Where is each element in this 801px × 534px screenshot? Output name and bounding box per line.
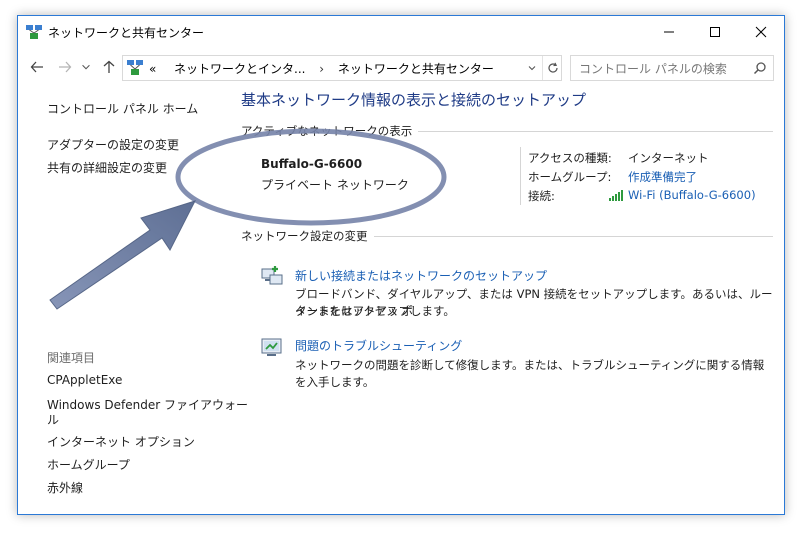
access-type-label: アクセスの種類: <box>528 151 612 165</box>
connection-link-text[interactable]: Wi-Fi (Buffalo-G-6600) <box>628 188 756 202</box>
back-button[interactable] <box>28 58 46 76</box>
network-center-icon <box>127 60 143 75</box>
refresh-button[interactable] <box>542 56 562 80</box>
chevron-down-icon <box>82 64 90 70</box>
connection-label: 接続: <box>528 189 555 203</box>
arrow-up-icon <box>103 60 115 73</box>
troubleshoot-icon <box>261 338 282 356</box>
minimize-button[interactable] <box>646 16 692 48</box>
sidebar-link-cpappletexe[interactable]: CPAppletExe <box>47 373 122 387</box>
setup-new-connection-link[interactable]: 新しい接続またはネットワークのセットアップ <box>295 267 547 284</box>
window-title: ネットワークと共有センター <box>48 26 205 40</box>
breadcrumb-item-network-internet[interactable]: ネットワークとインタ... <box>174 62 305 76</box>
network-sharing-center-window: ネットワークと共有センター « ネットワークとインタ... › ネットワークと共… <box>17 15 785 515</box>
network-type: プライベート ネットワーク <box>261 178 409 192</box>
search-placeholder: コントロール パネルの検索 <box>579 62 727 76</box>
refresh-icon <box>547 62 558 73</box>
address-bar[interactable]: « ネットワークとインタ... › ネットワークと共有センター <box>122 55 562 81</box>
up-button[interactable] <box>100 58 118 76</box>
sidebar-link-internet-options[interactable]: インターネット オプション <box>47 433 195 450</box>
homegroup-link[interactable]: 作成準備完了 <box>628 169 697 185</box>
main-content: 基本ネットワーク情報の表示と接続のセットアップ アクティブなネットワークの表示 … <box>241 84 775 504</box>
wifi-signal-icon <box>609 190 623 201</box>
arrow-left-icon <box>30 61 43 73</box>
close-icon <box>755 26 767 38</box>
troubleshoot-link[interactable]: 問題のトラブルシューティング <box>295 337 462 354</box>
chevron-down-icon <box>528 66 536 71</box>
breadcrumb-separator-icon[interactable]: › <box>319 62 324 76</box>
breadcrumb: « ネットワークとインタ... › ネットワークと共有センター <box>149 60 494 77</box>
recent-locations-button[interactable] <box>80 58 92 76</box>
arrow-right-icon <box>59 61 72 73</box>
maximize-button[interactable] <box>692 16 738 48</box>
connection-link[interactable]: Wi-Fi (Buffalo-G-6600) <box>628 188 756 202</box>
sidebar-link-defender-firewall[interactable]: Windows Defender ファイアウォー <box>47 396 248 413</box>
vertical-divider <box>520 147 521 205</box>
close-button[interactable] <box>738 16 784 48</box>
active-networks-heading: アクティブなネットワークの表示 <box>241 123 419 139</box>
sidebar: コントロール パネル ホーム アダプターの設定の変更 共有の詳細設定の変更 関連… <box>18 84 248 504</box>
sidebar-link-control-panel-home[interactable]: コントロール パネル ホーム <box>47 100 198 117</box>
network-center-icon <box>26 25 42 39</box>
access-type-value: インターネット <box>628 151 709 165</box>
related-heading: 関連項目 <box>47 351 96 365</box>
address-dropdown-button[interactable] <box>523 56 541 80</box>
sidebar-link-homegroup[interactable]: ホームグループ <box>47 456 130 473</box>
maximize-icon <box>710 27 720 37</box>
breadcrumb-item-sharing-center[interactable]: ネットワークと共有センター <box>338 62 494 76</box>
search-box[interactable]: コントロール パネルの検索 <box>570 55 774 81</box>
sidebar-link-infrared[interactable]: 赤外線 <box>47 479 83 496</box>
breadcrumb-overflow[interactable]: « <box>149 62 156 76</box>
change-settings-heading: ネットワーク設定の変更 <box>241 228 374 244</box>
title-bar[interactable]: ネットワークと共有センター <box>18 16 784 48</box>
new-connection-icon <box>261 266 283 285</box>
page-title: 基本ネットワーク情報の表示と接続のセットアップ <box>241 91 587 109</box>
address-toolbar: « ネットワークとインタ... › ネットワークと共有センター コントロール パ… <box>18 50 784 84</box>
network-name: Buffalo-G-6600 <box>261 157 363 171</box>
sidebar-link-adapter-settings[interactable]: アダプターの設定の変更 <box>47 136 179 153</box>
minimize-icon <box>664 31 674 33</box>
troubleshoot-desc: ネットワークの問題を診断して修復します。または、トラブルシューティングに関する情… <box>295 358 765 389</box>
setup-new-connection-desc-cont: イントをセットアップします。 <box>295 304 455 318</box>
sidebar-link-defender-firewall-cont[interactable]: ル <box>47 411 59 428</box>
homegroup-label: ホームグループ: <box>528 170 612 184</box>
sidebar-link-advanced-sharing[interactable]: 共有の詳細設定の変更 <box>47 159 167 176</box>
search-icon[interactable] <box>753 61 767 75</box>
forward-button[interactable] <box>56 58 74 76</box>
